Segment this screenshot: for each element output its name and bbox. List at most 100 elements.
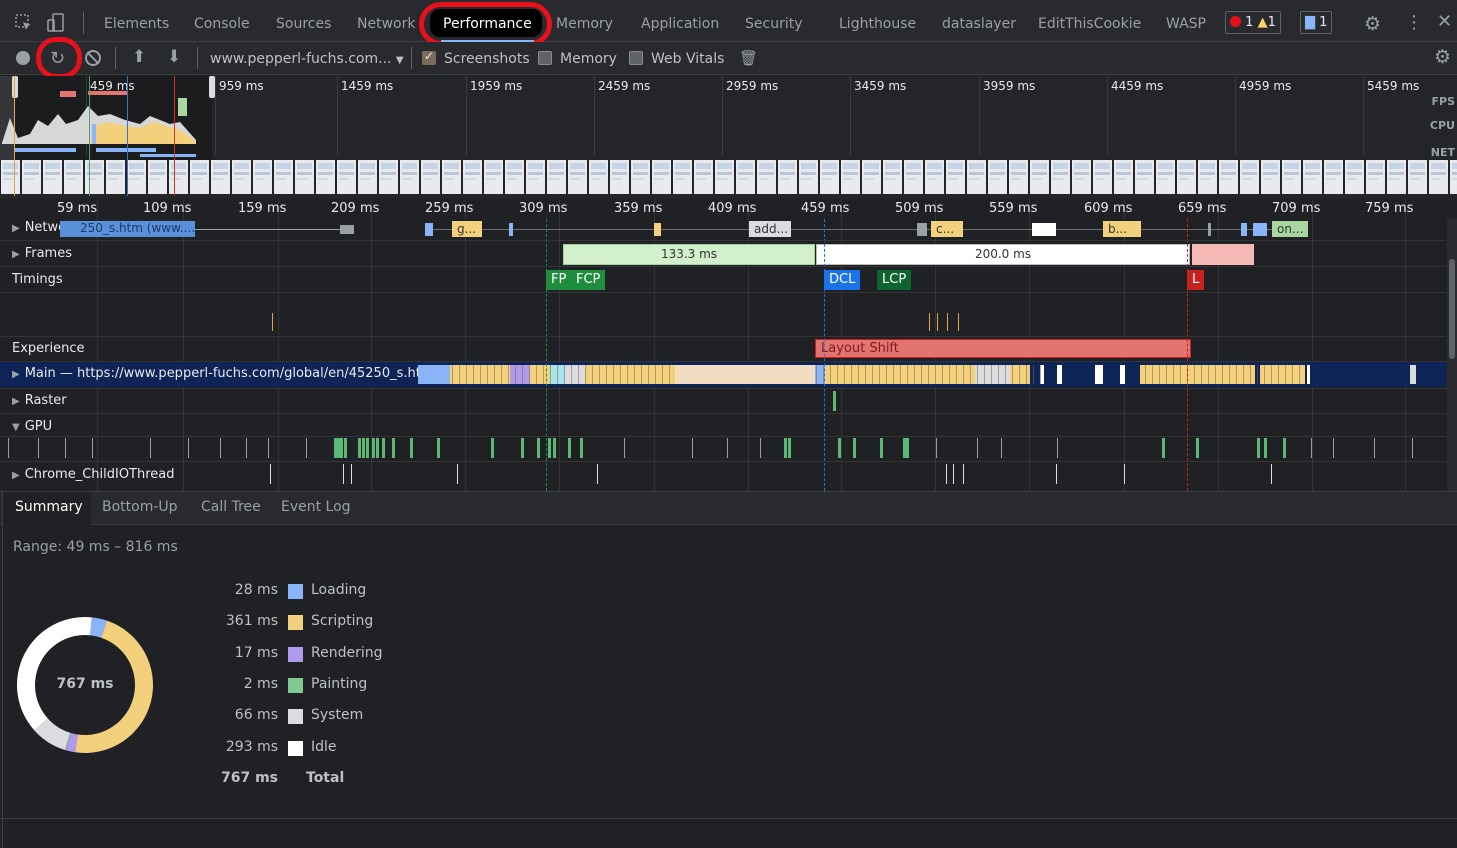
gpu-task[interactable] (880, 438, 883, 458)
gpu-task[interactable] (362, 438, 365, 458)
gpu-task[interactable] (410, 438, 413, 458)
gpu-task[interactable] (568, 438, 571, 458)
gpu-task[interactable] (1001, 438, 1002, 458)
track-main[interactable]: ▶ Main — https://www.pepperl-fuchs.com/gl… (12, 366, 434, 381)
io-task[interactable] (963, 464, 964, 484)
frame-bar-dropped[interactable] (1192, 244, 1254, 265)
gpu-task[interactable] (1311, 438, 1312, 458)
gpu-task[interactable] (692, 438, 693, 458)
gpu-task[interactable] (437, 438, 440, 458)
network-request-bar[interactable] (1241, 223, 1247, 236)
scrollbar-thumb[interactable] (1449, 259, 1455, 359)
gpu-task[interactable] (580, 438, 583, 458)
main-thread-task[interactable] (1410, 365, 1416, 384)
settings-gear-icon[interactable]: ⚙ (1364, 13, 1381, 35)
load-profile-icon[interactable]: ⬆ (132, 47, 146, 67)
tab-event-log[interactable]: Event Log (281, 499, 351, 515)
gpu-task[interactable] (306, 438, 307, 458)
screenshots-checkbox[interactable] (422, 49, 436, 65)
flame-chart-scrollbar[interactable] (1447, 219, 1457, 491)
io-task[interactable] (343, 464, 344, 484)
timing-marker-load[interactable]: L (1187, 270, 1205, 290)
timing-marker-fp[interactable]: FP (546, 270, 572, 290)
gpu-task[interactable] (38, 438, 39, 458)
tab-lighthouse[interactable]: Lighthouse (839, 0, 916, 42)
gpu-task[interactable] (1374, 438, 1375, 458)
gpu-task[interactable] (1162, 438, 1165, 458)
main-thread-task[interactable] (530, 365, 550, 384)
save-profile-icon[interactable]: ⬇ (167, 47, 181, 67)
gpu-task[interactable] (65, 438, 66, 458)
gpu-task[interactable] (760, 438, 761, 458)
network-request-chip[interactable]: add... (749, 221, 791, 237)
gpu-task[interactable] (268, 438, 269, 458)
gpu-task[interactable] (624, 438, 625, 458)
device-toolbar-icon[interactable] (46, 13, 66, 33)
screenshot-filmstrip[interactable] (0, 158, 1457, 196)
io-task[interactable] (351, 464, 352, 484)
message-count-badge[interactable]: ▇ 1 (1300, 11, 1333, 34)
network-request-bar[interactable] (509, 223, 513, 236)
tab-application[interactable]: Application (641, 0, 719, 42)
io-task[interactable] (946, 464, 947, 484)
gpu-task[interactable] (553, 438, 556, 458)
gpu-task[interactable] (150, 438, 151, 458)
tab-security[interactable]: Security (745, 0, 803, 42)
network-request-chip[interactable]: c... (931, 221, 963, 237)
gpu-task[interactable] (548, 438, 551, 458)
main-thread-task[interactable] (565, 365, 585, 384)
gpu-task[interactable] (853, 438, 856, 458)
network-request-bar[interactable] (340, 225, 354, 234)
gpu-task[interactable] (491, 438, 494, 458)
gpu-task[interactable] (8, 438, 9, 458)
inspect-element-icon[interactable] (15, 14, 33, 32)
gpu-task[interactable] (788, 438, 791, 458)
gpu-task[interactable] (92, 438, 93, 458)
tab-wasp[interactable]: WASP (1166, 0, 1206, 42)
garbage-collect-icon[interactable]: 🗑 (739, 49, 758, 67)
io-task[interactable] (270, 464, 271, 484)
track-frames[interactable]: ▶ Frames (12, 246, 72, 261)
track-child-io[interactable]: ▶ Chrome_ChildIOThread (12, 467, 175, 482)
main-thread-task[interactable] (675, 365, 815, 384)
timing-marker-lcp[interactable]: LCP (877, 270, 912, 290)
network-request-chip[interactable]: b... (1103, 221, 1141, 237)
gpu-task[interactable] (376, 438, 379, 458)
main-thread-task[interactable] (1195, 365, 1255, 384)
gpu-task[interactable] (246, 438, 247, 458)
tab-performance[interactable]: Performance (441, 0, 534, 42)
tab-elements[interactable]: Elements (104, 0, 169, 42)
status-counts[interactable]: 1 ▲1 (1225, 11, 1281, 34)
gpu-task[interactable] (1283, 438, 1286, 458)
capture-settings-gear-icon[interactable]: ⚙ (1434, 46, 1451, 68)
main-thread-task[interactable] (510, 365, 530, 384)
tab-sources[interactable]: Sources (276, 0, 331, 42)
tab-call-tree[interactable]: Call Tree (201, 499, 261, 515)
gpu-task[interactable] (537, 438, 540, 458)
gpu-task[interactable] (906, 438, 909, 458)
url-select[interactable]: www.pepperl-fuchs.com... ▼ (210, 50, 404, 70)
gpu-task[interactable] (372, 438, 375, 458)
gpu-task[interactable] (220, 438, 221, 458)
io-task[interactable] (597, 464, 598, 484)
gpu-task[interactable] (1412, 438, 1413, 458)
network-request-bar[interactable] (425, 223, 433, 236)
gpu-task[interactable] (1333, 438, 1334, 458)
gpu-task[interactable] (382, 438, 385, 458)
tab-console[interactable]: Console (194, 0, 250, 42)
network-request-bar[interactable] (654, 223, 661, 236)
network-request-chip[interactable]: on... (1272, 221, 1308, 237)
more-options-icon[interactable]: ⋮ (1405, 12, 1423, 33)
gpu-task[interactable] (392, 438, 395, 458)
gpu-task[interactable] (188, 438, 189, 458)
timing-marker-dcl[interactable]: DCL (824, 270, 861, 290)
network-request-bar[interactable] (1208, 223, 1211, 236)
main-thread-task[interactable] (1307, 365, 1310, 384)
main-thread-task[interactable] (1010, 365, 1030, 384)
gpu-task[interactable] (340, 438, 343, 458)
main-thread-task[interactable] (1120, 365, 1125, 384)
gpu-task[interactable] (1196, 438, 1199, 458)
memory-checkbox[interactable] (538, 51, 552, 65)
main-thread-task[interactable] (418, 365, 450, 384)
reload-record-icon[interactable]: ↻ (50, 48, 65, 69)
